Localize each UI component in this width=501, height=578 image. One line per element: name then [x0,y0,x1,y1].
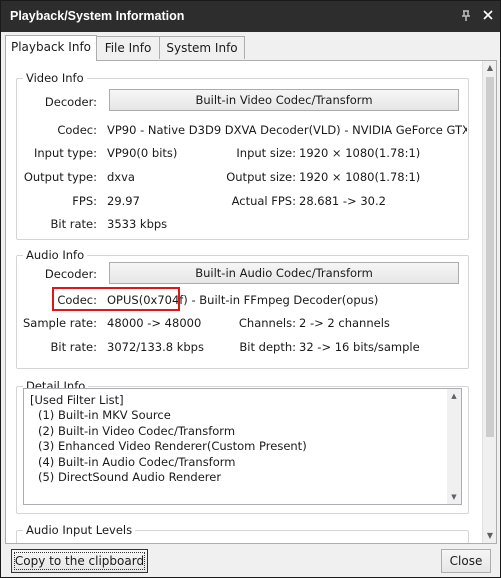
tab-playback-info[interactable]: Playback Info [5,35,97,61]
scroll-down-icon[interactable]: ▼ [483,529,496,543]
scroll-up-icon[interactable]: ▲ [483,61,496,75]
video-decoder-label: Decoder: [44,95,97,109]
video-info-title: Video Info [23,71,87,85]
close-icon[interactable] [481,8,495,22]
actual-fps-label: Actual FPS: [231,194,296,208]
filter-list-line: (5) DirectSound Audio Renderer [38,470,222,484]
playback-info-panel: Video Info Decoder: Built-in Video Codec… [5,60,497,544]
filter-list-line: (2) Built-in Video Codec/Transform [38,424,236,438]
filter-list-line: [Used Filter List] [30,393,124,407]
title-bar: Playback/System Information [1,1,500,32]
actual-fps-value: 28.681 -> 30.2 [299,194,386,208]
filter-list-line: (1) Built-in MKV Source [38,408,171,422]
tab-strip: Playback Info File Info System Info [5,35,495,61]
bitdepth-label: Bit depth: [239,340,296,354]
window-title: Playback/System Information [10,9,185,23]
pin-icon[interactable] [459,9,473,23]
audio-decoder-button[interactable]: Built-in Audio Codec/Transform [109,262,459,284]
sample-rate-label: Sample rate: [22,316,97,330]
audio-decoder-label: Decoder: [44,267,97,281]
close-button[interactable]: Close [441,549,491,573]
codec-highlight-box [52,287,180,311]
output-size-value: 1920 × 1080(1.78:1) [299,170,421,184]
audio-codec-suffix: - Built-in FFmpeg Decoder(opus) [187,293,379,307]
audio-levels-title: Audio Input Levels [23,523,136,537]
filter-list-line: (3) Enhanced Video Renderer(Custom Prese… [38,439,307,453]
filter-list-box[interactable]: [Used Filter List] (1) Built-in MKV Sour… [23,388,462,505]
scrollbar-thumb[interactable] [486,77,494,437]
tab-file-info[interactable]: File Info [96,36,160,59]
output-type-value: dxva [107,170,135,184]
tab-system-info[interactable]: System Info [159,36,245,59]
copy-to-clipboard-button[interactable]: Copy to the clipboard [11,549,148,573]
input-size-label: Input size: [236,146,296,160]
audio-bitrate-value: 3072/133.8 kbps [107,340,204,354]
channels-value: 2 -> 2 channels [299,316,390,330]
input-type-label: Input type: [34,146,97,160]
filter-list-line: (4) Built-in Audio Codec/Transform [38,455,236,469]
video-codec-value: VP90 - Native D3D9 DXVA Decoder(VLD) - N… [107,123,467,137]
bitdepth-value: 32 -> 16 bits/sample [299,340,420,354]
input-size-value: 1920 × 1080(1.78:1) [299,146,421,160]
fps-label: FPS: [72,194,97,208]
fps-value: 29.97 [107,194,140,208]
video-codec-label: Codec: [57,123,97,137]
sample-rate-value: 48000 -> 48000 [107,316,202,330]
scroll-down-icon[interactable]: ▼ [447,490,461,504]
output-size-label: Output size: [226,170,296,184]
panel-scrollbar[interactable]: ▲ ▼ [482,61,496,543]
channels-label: Channels: [238,316,296,330]
filter-list-scrollbar[interactable]: ▲ ▼ [447,389,461,504]
scroll-content: Video Info Decoder: Built-in Video Codec… [6,61,481,543]
input-type-value: VP90(0 bits) [107,146,178,160]
audio-info-title: Audio Info [23,248,88,262]
scroll-up-icon[interactable]: ▲ [447,389,461,403]
video-bitrate-value: 3533 kbps [107,217,168,231]
video-decoder-button[interactable]: Built-in Video Codec/Transform [109,89,459,111]
output-type-label: Output type: [23,170,97,184]
audio-bitrate-label: Bit rate: [50,340,97,354]
video-bitrate-label: Bit rate: [50,217,97,231]
playback-info-dialog: Playback/System Information Playback Inf… [0,0,501,578]
